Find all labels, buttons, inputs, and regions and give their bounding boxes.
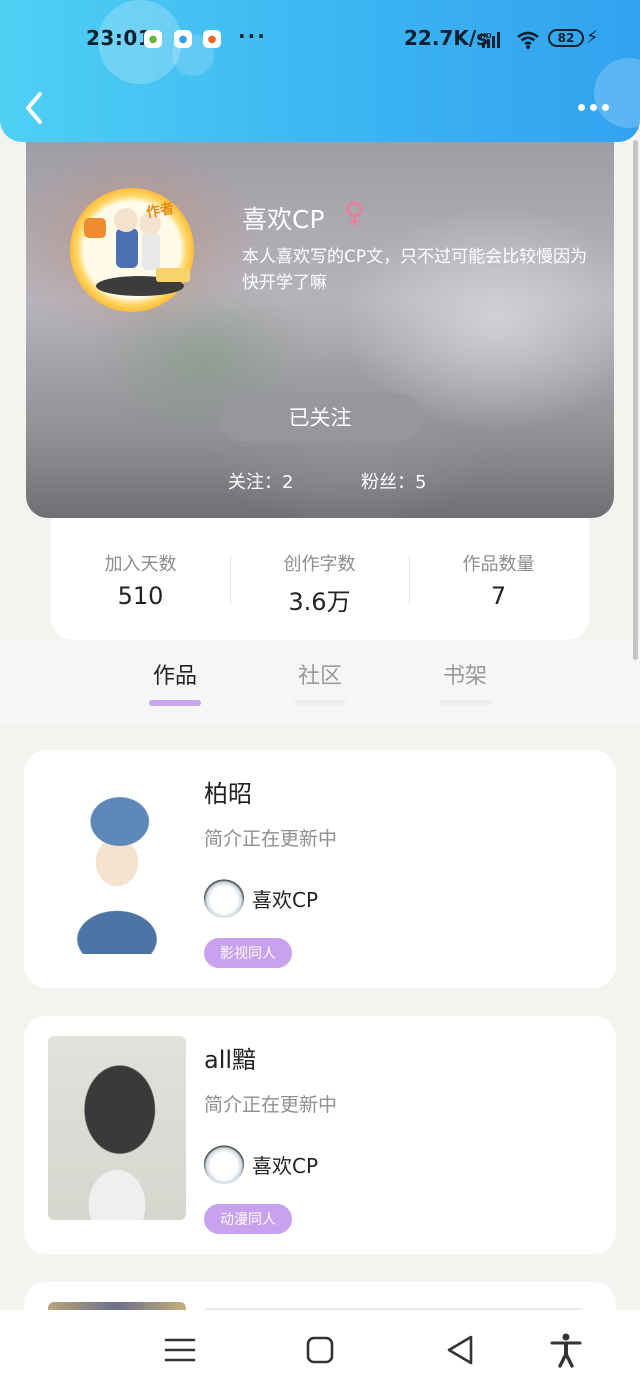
stat-word-count: 创作字数 3.6万 xyxy=(230,550,409,617)
following-count[interactable]: 关注：2 xyxy=(228,468,293,494)
work-title: 柏昭 xyxy=(204,780,252,808)
top-bar: 23:01 ● ● ● ··· 22.7K/s HD 82 ⚡ xyxy=(0,0,640,142)
status-time: 23:01 xyxy=(86,26,153,50)
stat-label: 创作字数 xyxy=(283,554,356,575)
accessibility-icon[interactable] xyxy=(546,1330,586,1370)
stat-label: 加入天数 xyxy=(104,554,177,575)
app-notification-icon: ● xyxy=(203,30,221,48)
app-notification-icon: ● xyxy=(174,30,192,48)
battery-indicator: 82 xyxy=(548,29,584,47)
menu-icon[interactable] xyxy=(160,1330,200,1370)
follow-button[interactable]: 已关注 xyxy=(217,393,423,441)
work-card[interactable]: 柏昭 简介正在更新中 喜欢CP 影视同人 xyxy=(24,750,616,988)
work-title: all黯 xyxy=(204,1046,257,1074)
wifi-icon xyxy=(517,31,539,49)
work-category-tag: 动漫同人 xyxy=(204,1204,292,1234)
status-bar: 23:01 ● ● ● ··· 22.7K/s HD 82 ⚡ xyxy=(0,24,640,54)
tab-bookshelf[interactable]: 书架 xyxy=(425,658,505,690)
stat-work-count: 作品数量 7 xyxy=(409,550,588,610)
author-mini-avatar xyxy=(204,1144,244,1184)
work-description: 简介正在更新中 xyxy=(204,1094,338,1116)
work-description: 简介正在更新中 xyxy=(204,828,338,850)
tab-active-indicator xyxy=(149,700,201,706)
back-triangle-icon[interactable] xyxy=(440,1330,480,1370)
work-cover-image xyxy=(48,1036,186,1220)
stat-join-days: 加入天数 510 xyxy=(51,550,230,610)
scrollbar[interactable] xyxy=(633,140,638,660)
network-speed: 22.7K/s xyxy=(404,26,489,50)
tab-indicator xyxy=(439,700,491,706)
more-dots-icon xyxy=(602,104,609,111)
followers-count[interactable]: 粉丝：5 xyxy=(361,468,426,494)
more-menu-button[interactable] xyxy=(574,96,614,116)
avatar-illustration xyxy=(84,208,190,296)
app-notification-icon: ● xyxy=(144,30,162,48)
tab-indicator xyxy=(294,700,346,706)
author-mini-avatar xyxy=(204,878,244,918)
tab-community[interactable]: 社区 xyxy=(280,658,360,690)
author-bio: 本人喜欢写的CP文，只不过可能会比较慢因为快开学了嘛 xyxy=(242,247,588,293)
charging-icon: ⚡ xyxy=(586,27,599,48)
decor-bubble xyxy=(594,58,640,128)
back-button[interactable] xyxy=(18,88,52,128)
work-category-tag: 影视同人 xyxy=(204,938,292,968)
stat-label: 作品数量 xyxy=(462,554,535,575)
stats-card: 加入天数 510 创作字数 3.6万 作品数量 7 xyxy=(51,518,589,640)
work-card[interactable]: all黯 简介正在更新中 喜欢CP 动漫同人 xyxy=(24,1016,616,1254)
profile-header: 作者 喜欢CP ♀ 本人喜欢写的CP文，只不过可能会比较慢因为快开学了嘛 已关注… xyxy=(26,120,614,518)
hd-label: HD xyxy=(480,32,492,40)
signal-icon: HD xyxy=(480,32,500,48)
work-author-name: 喜欢CP xyxy=(252,888,319,912)
gender-female-icon: ♀ xyxy=(344,196,365,229)
more-dots-icon xyxy=(578,104,585,111)
stat-value: 3.6万 xyxy=(288,588,351,616)
stat-value: 510 xyxy=(117,582,164,610)
tab-works[interactable]: 作品 xyxy=(135,658,215,690)
home-square-icon[interactable] xyxy=(300,1330,340,1370)
more-dots-icon xyxy=(590,104,597,111)
system-nav-bar xyxy=(0,1310,640,1387)
chevron-left-icon xyxy=(26,92,42,124)
work-author-name: 喜欢CP xyxy=(252,1154,319,1178)
more-notifications-icon: ··· xyxy=(238,24,267,48)
stat-value: 7 xyxy=(490,582,507,610)
author-avatar[interactable]: 作者 xyxy=(70,188,198,312)
author-nickname: 喜欢CP xyxy=(242,205,325,234)
work-cover-image xyxy=(48,770,186,954)
